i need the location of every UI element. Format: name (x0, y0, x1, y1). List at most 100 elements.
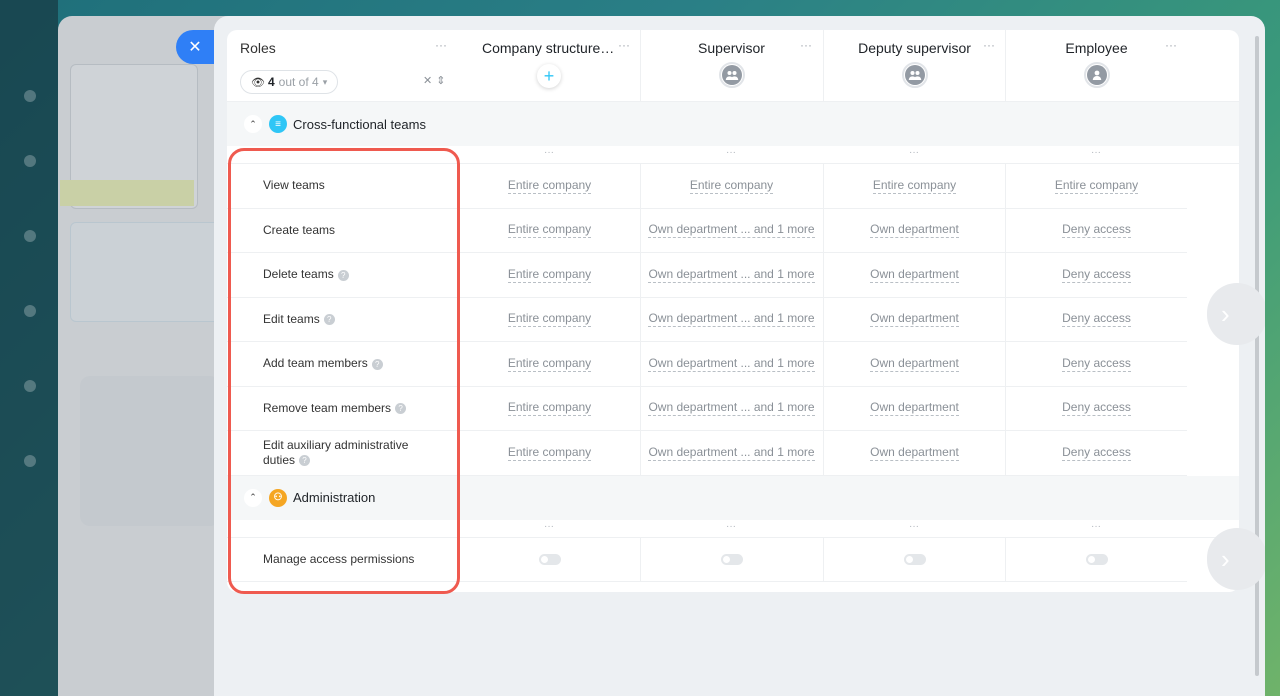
access-level-selector[interactable]: Deny access (1062, 400, 1131, 417)
permission-label: Manage access permissions (263, 538, 443, 582)
chevron-down-icon: ▾ (322, 76, 328, 87)
access-level-selector[interactable]: Own department (870, 222, 959, 239)
cell-menu-icon[interactable]: ··· (640, 520, 822, 538)
permission-name: Add team members? (263, 356, 383, 371)
cell-menu-icon[interactable]: ··· (640, 146, 822, 164)
permission-row: View teams Entire company Entire company En… (227, 164, 1187, 209)
access-level-selector[interactable]: Own department (870, 311, 959, 328)
permission-cell: Own department ... and 1 more (640, 342, 822, 386)
cell-menu-icon[interactable]: ··· (458, 146, 640, 164)
access-level-selector[interactable]: Entire company (872, 178, 957, 194)
cell-menu-icon[interactable]: ··· (823, 146, 1005, 164)
permission-row: Edit auxiliary administrative duties? Ent… (227, 431, 1187, 476)
access-level-selector[interactable]: Entire company (507, 311, 592, 328)
role-column-title: Company structure a... (482, 40, 624, 56)
permission-name: Remove team members? (263, 401, 407, 416)
roles-column-header: Roles ··· 👁 4 out of 4 ▾ ✕⇕ (227, 30, 458, 102)
access-level-selector[interactable]: Deny access (1062, 222, 1131, 239)
access-level-selector[interactable]: Own department ... and 1 more (648, 222, 815, 239)
permission-cell: Entire company (458, 208, 640, 252)
permission-cell: Own department ... and 1 more (640, 431, 822, 475)
access-level-selector[interactable]: Own department ... and 1 more (648, 400, 815, 417)
background-nav-dot (24, 230, 36, 242)
column-menu-icon[interactable]: ··· (983, 38, 995, 52)
cell-menu-icon[interactable]: ··· (1005, 146, 1187, 164)
access-level-selector[interactable]: Own department ... and 1 more (648, 311, 815, 328)
expand-collapse-icon[interactable]: ✕⇕ (423, 74, 449, 87)
access-level-selector[interactable]: Own department ... and 1 more (648, 356, 815, 372)
permission-label: Edit teams? (263, 298, 443, 342)
roles-menu-icon[interactable]: ··· (435, 38, 447, 52)
permission-cell: Entire company (458, 297, 640, 341)
help-icon[interactable]: ? (371, 358, 383, 370)
avatar-glyph (721, 65, 742, 85)
access-level-selector[interactable]: Deny access (1062, 356, 1131, 372)
permission-row: Delete teams? Entire company Own departmen… (227, 253, 1187, 298)
column-menu-icon[interactable]: ··· (1165, 38, 1177, 52)
cell-menu-icon[interactable]: ··· (458, 520, 640, 538)
avatar-glyph (1086, 65, 1107, 85)
access-level-selector[interactable]: Own department (870, 267, 959, 283)
help-icon[interactable]: ? (299, 455, 311, 467)
column-menu-icon[interactable]: ··· (800, 38, 812, 52)
role-column-title: Supervisor (698, 40, 765, 56)
section-label: Administration (293, 490, 376, 505)
permission-toggle[interactable] (538, 553, 561, 565)
access-level-selector[interactable]: Entire company (689, 178, 774, 194)
access-level-selector[interactable]: Own department (870, 356, 959, 372)
access-level-selector[interactable]: Deny access (1062, 445, 1131, 461)
chevron-right-icon: › (1221, 543, 1230, 574)
chevron-right-icon: › (1221, 298, 1230, 329)
permission-toggle[interactable] (903, 553, 926, 565)
access-level-selector[interactable]: Entire company (507, 267, 592, 283)
close-button[interactable]: ✕ (176, 30, 214, 64)
chevron-up-icon[interactable]: ⌃ (244, 115, 262, 133)
access-level-selector[interactable]: Deny access (1062, 267, 1131, 283)
permission-cell: Own department ... and 1 more (640, 386, 822, 430)
cell-menu-icon[interactable]: ··· (1005, 520, 1187, 538)
chevron-up-icon[interactable]: ⌃ (244, 488, 262, 507)
close-icon: ✕ (188, 39, 202, 56)
column-menu-icon[interactable]: ··· (618, 38, 630, 52)
visible-roles-count: 4 (267, 75, 275, 89)
role-column-header: Company structure a... ··· + (458, 30, 640, 102)
access-level-selector[interactable]: Entire company (507, 178, 592, 194)
permission-label: Delete teams? (263, 253, 443, 297)
access-level-selector[interactable]: Entire company (507, 356, 592, 372)
permission-cell: Entire company (1005, 164, 1187, 208)
permission-cell: Own department (823, 253, 1005, 297)
background-highlight (60, 180, 194, 206)
permission-label: View teams (263, 164, 443, 208)
roles-title: Roles (240, 40, 276, 56)
help-icon[interactable]: ? (323, 314, 335, 326)
visible-roles-total: out of 4 (278, 75, 319, 89)
permission-cell: Deny access (1005, 208, 1187, 252)
cell-menu-icon[interactable]: ··· (823, 520, 1005, 538)
permission-cell: Entire company (458, 164, 640, 208)
permission-name: View teams (263, 178, 325, 193)
permission-label: Remove team members? (263, 387, 443, 431)
access-level-selector[interactable]: Entire company (507, 445, 592, 461)
background-sidebar (0, 0, 58, 696)
next-columns-button[interactable]: › (1207, 528, 1265, 590)
access-level-selector[interactable]: Entire company (1054, 178, 1139, 194)
background-nav-dot (24, 90, 36, 102)
permission-toggle[interactable] (720, 553, 743, 565)
access-level-selector[interactable]: Entire company (507, 400, 592, 417)
add-role-button[interactable]: + (537, 64, 561, 88)
help-icon[interactable]: ? (337, 269, 349, 281)
visible-roles-selector[interactable]: 👁 4 out of 4 ▾ (240, 70, 339, 94)
permission-row: Edit teams? Entire company Own department … (227, 297, 1187, 342)
permission-cell (1005, 537, 1187, 581)
permission-name: Edit auxiliary administrative duties? (263, 437, 409, 467)
permission-row: Create teams Entire company Own department… (227, 208, 1187, 253)
access-level-selector[interactable]: Own department ... and 1 more (648, 445, 815, 461)
access-level-selector[interactable]: Own department (870, 400, 959, 417)
permission-toggle[interactable] (1085, 553, 1108, 565)
access-level-selector[interactable]: Own department (870, 445, 959, 461)
access-level-selector[interactable]: Deny access (1062, 311, 1131, 328)
next-columns-button[interactable]: › (1207, 283, 1265, 345)
access-level-selector[interactable]: Own department ... and 1 more (648, 267, 815, 283)
help-icon[interactable]: ? (395, 403, 407, 415)
access-level-selector[interactable]: Entire company (507, 222, 592, 239)
